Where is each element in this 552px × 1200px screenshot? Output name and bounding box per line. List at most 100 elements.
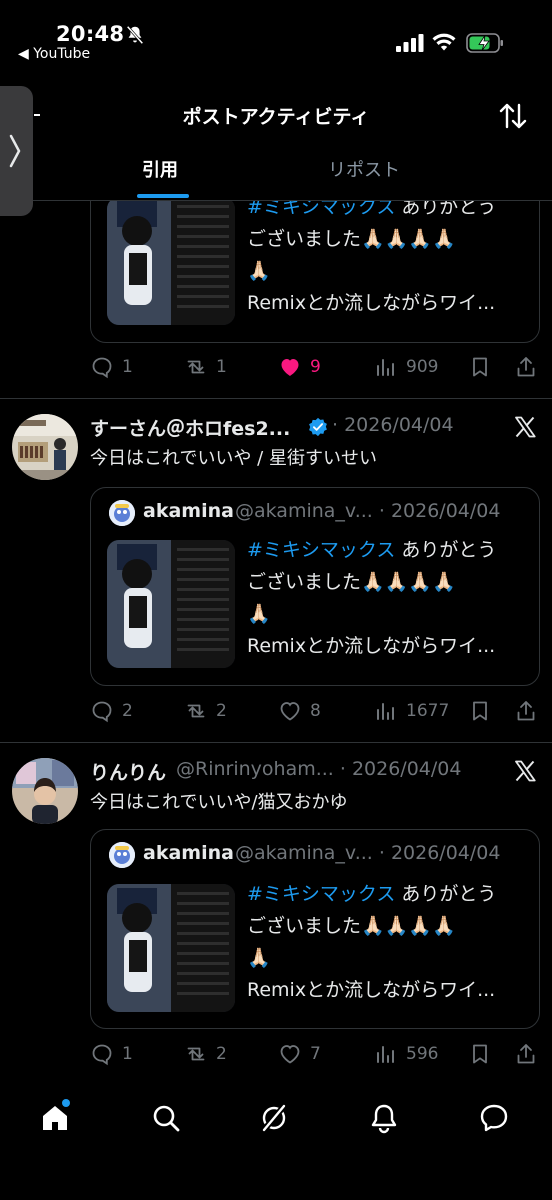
tab-quotes[interactable]: 引用 bbox=[142, 156, 178, 182]
share-button[interactable] bbox=[514, 1039, 538, 1069]
repost-button[interactable]: 2 bbox=[184, 696, 227, 726]
repost-icon bbox=[187, 704, 205, 718]
hashtag-link[interactable]: #ミキシマックス bbox=[247, 883, 395, 905]
quoted-post-text: #ミキシマックス ありがとう bbox=[247, 539, 497, 561]
views-icon bbox=[377, 359, 394, 376]
avatar[interactable] bbox=[12, 414, 78, 480]
quoted-post-text-line: ございました🙏🏻🙏🏻🙏🏻🙏🏻 bbox=[247, 228, 456, 250]
repost-button[interactable]: 2 bbox=[184, 1039, 227, 1069]
x-logo-icon bbox=[515, 760, 536, 782]
avatar[interactable] bbox=[12, 758, 78, 824]
like-button[interactable]: 8 bbox=[278, 696, 321, 726]
bookmark-button[interactable] bbox=[468, 352, 492, 382]
quoted-post-text-line: Remixとか流しながらワイ... bbox=[247, 292, 496, 314]
notifications-icon[interactable] bbox=[368, 1102, 400, 1134]
post-author-name[interactable]: りんりん bbox=[90, 758, 166, 785]
share-icon bbox=[517, 1044, 535, 1064]
quoted-author-name[interactable]: akamina bbox=[143, 500, 234, 522]
quoted-post-text-line: ございました🙏🏻🙏🏻🙏🏻🙏🏻 bbox=[247, 915, 456, 937]
quoted-author-name[interactable]: akamina bbox=[143, 842, 234, 864]
thumbnail-image bbox=[107, 197, 235, 325]
bottom-navigation bbox=[0, 1088, 552, 1200]
quoted-author-avatar[interactable] bbox=[109, 842, 135, 868]
avatar-image bbox=[109, 500, 135, 526]
reply-button[interactable]: 2 bbox=[90, 696, 133, 726]
quoted-post-thumbnail[interactable] bbox=[107, 884, 235, 1012]
verified-badge-icon bbox=[309, 417, 327, 437]
heart-icon bbox=[280, 702, 300, 721]
quoted-post-text-line: Remixとか流しながらワイ... bbox=[247, 635, 496, 657]
home-notification-dot bbox=[62, 1099, 70, 1107]
repost-icon bbox=[187, 1047, 205, 1061]
wifi-icon bbox=[432, 33, 456, 51]
quoted-post-text: #ミキシマックス ありがとう bbox=[247, 883, 497, 905]
post-actions: 1 2 7 596 bbox=[88, 1039, 540, 1069]
avatar-image bbox=[12, 414, 78, 480]
page-header: ポストアクティビティ 引用 リポスト bbox=[0, 68, 552, 201]
like-count: 8 bbox=[310, 701, 321, 721]
repost-count: 1 bbox=[216, 357, 227, 377]
search-icon[interactable] bbox=[150, 1102, 182, 1134]
reply-count: 1 bbox=[122, 1044, 133, 1064]
views-count: 596 bbox=[406, 1044, 439, 1064]
quoted-post-text-line: ございました🙏🏻🙏🏻🙏🏻🙏🏻 bbox=[247, 571, 456, 593]
share-icon bbox=[517, 701, 535, 721]
heart-filled-icon bbox=[281, 359, 299, 376]
reply-button[interactable]: 1 bbox=[90, 352, 133, 382]
repost-count: 2 bbox=[216, 701, 227, 721]
hashtag-link[interactable]: #ミキシマックス bbox=[247, 539, 395, 561]
quoted-post-card[interactable]: akamina @akamina_v... · 2026/04/04 #ミキシマ… bbox=[90, 487, 540, 686]
quoted-author-avatar[interactable] bbox=[109, 500, 135, 526]
bookmark-icon bbox=[473, 701, 487, 721]
thumbnail-image bbox=[107, 540, 235, 668]
post-author-handle[interactable]: @Rinrinyoham... · 2026/04/04 bbox=[176, 758, 461, 780]
share-button[interactable] bbox=[514, 696, 538, 726]
views-button[interactable]: 1677 bbox=[374, 696, 449, 726]
like-count: 9 bbox=[310, 357, 321, 377]
bookmark-icon bbox=[473, 357, 487, 377]
bookmark-button[interactable] bbox=[468, 1039, 492, 1069]
post-actions: 2 2 8 1677 bbox=[88, 696, 540, 726]
quoted-post-text-line: 🙏🏻 bbox=[247, 260, 271, 282]
reply-icon bbox=[92, 1044, 112, 1066]
back-to-app-link[interactable]: ◀ YouTube bbox=[18, 46, 90, 62]
reply-count: 2 bbox=[122, 701, 133, 721]
grok-icon[interactable] bbox=[258, 1102, 290, 1134]
messages-icon[interactable] bbox=[478, 1102, 510, 1134]
reply-icon bbox=[92, 701, 112, 723]
quoted-post-text-line: 🙏🏻 bbox=[247, 947, 271, 969]
tab-reposts[interactable]: リポスト bbox=[328, 156, 400, 182]
bookmark-button[interactable] bbox=[468, 696, 492, 726]
views-button[interactable]: 909 bbox=[374, 352, 438, 382]
reply-count: 1 bbox=[122, 357, 133, 377]
quoted-author-handle[interactable]: @akamina_v... · 2026/04/04 bbox=[235, 842, 500, 864]
repost-icon bbox=[187, 360, 205, 374]
views-button[interactable]: 596 bbox=[374, 1039, 438, 1069]
reply-button[interactable]: 1 bbox=[90, 1039, 133, 1069]
views-icon bbox=[377, 703, 394, 720]
status-time: 20:48 bbox=[56, 22, 125, 46]
like-button[interactable]: 7 bbox=[278, 1039, 321, 1069]
quoted-post-card[interactable]: akamina @akamina_v... · 2026/04/04 #ミキシマ… bbox=[90, 829, 540, 1029]
post-author-name[interactable]: すーさん＠ホロfes2... bbox=[90, 414, 290, 441]
quoted-post-thumbnail[interactable] bbox=[107, 197, 235, 325]
thumbnail-image bbox=[107, 884, 235, 1012]
sort-icon[interactable] bbox=[498, 102, 528, 130]
chevron-right-icon bbox=[9, 134, 21, 168]
post-date[interactable]: · 2026/04/04 bbox=[332, 414, 454, 436]
repost-button[interactable]: 1 bbox=[184, 352, 227, 382]
share-button[interactable] bbox=[514, 352, 538, 382]
x-logo-icon bbox=[515, 416, 536, 438]
active-tab-indicator bbox=[137, 194, 189, 198]
quoted-post-text-line: 🙏🏻 bbox=[247, 603, 271, 625]
quoted-post-text-line: Remixとか流しながらワイ... bbox=[247, 979, 496, 1001]
like-count: 7 bbox=[310, 1044, 321, 1064]
quoted-author-handle[interactable]: @akamina_v... · 2026/04/04 bbox=[235, 500, 500, 522]
side-panel-handle[interactable] bbox=[0, 86, 33, 216]
quoted-post-thumbnail[interactable] bbox=[107, 540, 235, 668]
post-item[interactable]: りんりん @Rinrinyoham... · 2026/04/04 今日はこれで… bbox=[0, 743, 552, 1088]
post-actions: 1 1 9 909 bbox=[88, 352, 540, 382]
post-item[interactable]: すーさん＠ホロfes2... · 2026/04/04 今日はこれでいいや / … bbox=[0, 399, 552, 742]
like-button[interactable]: 9 bbox=[278, 352, 321, 382]
avatar-image bbox=[109, 842, 135, 868]
